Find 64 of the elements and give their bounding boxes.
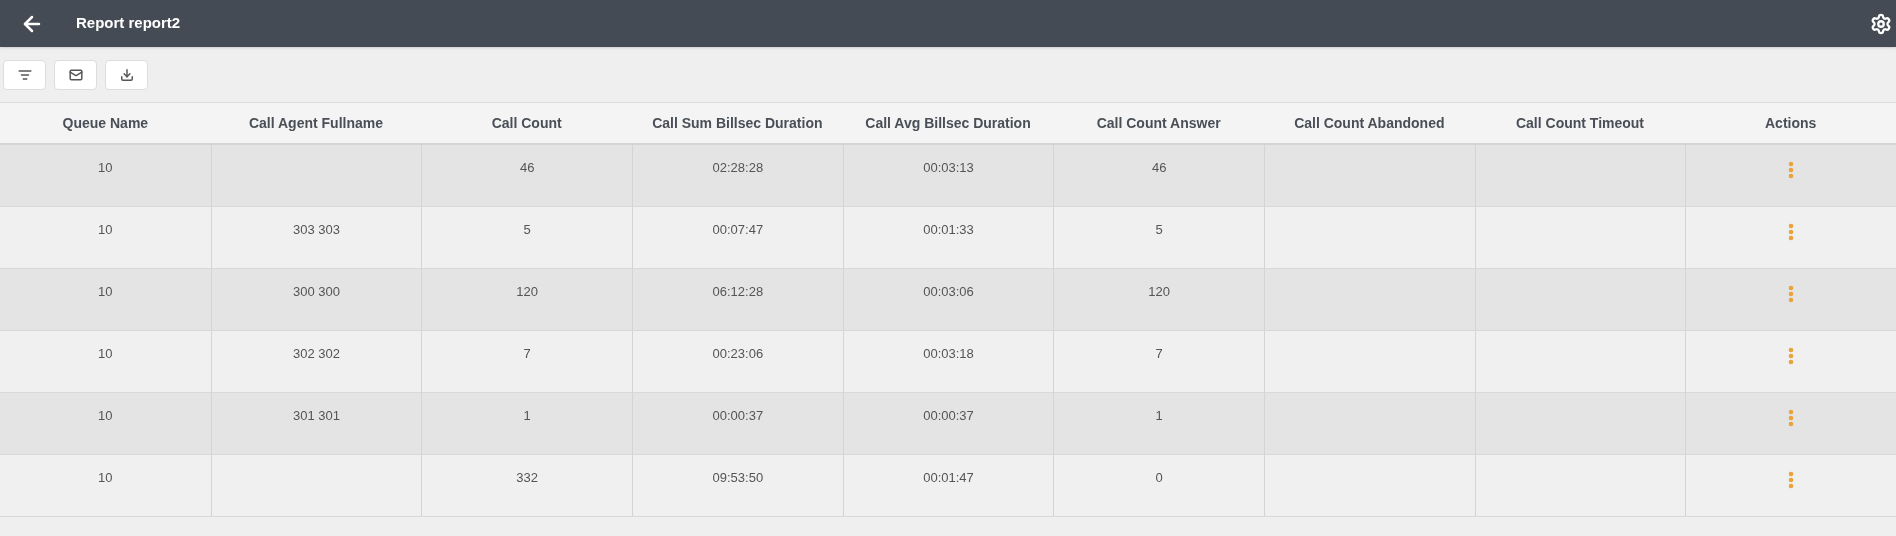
table-cell: 7 xyxy=(523,346,531,361)
table-cell: 00:01:33 xyxy=(923,222,974,237)
more-vertical-icon xyxy=(1788,223,1795,241)
table-cell: 10 xyxy=(98,346,113,361)
column-header: Call Count Answer xyxy=(1095,113,1222,133)
more-actions-button[interactable] xyxy=(1787,161,1796,179)
table-cell: 02:28:28 xyxy=(712,160,764,175)
table-cell: 1 xyxy=(1155,408,1163,423)
column-header: Call Sum Billsec Duration xyxy=(651,113,824,133)
table-cell: 00:03:18 xyxy=(923,346,974,361)
table-cell: 06:12:28 xyxy=(712,284,764,299)
download-icon xyxy=(119,67,134,82)
filter-button[interactable] xyxy=(3,59,46,90)
page-title: Report report2 xyxy=(76,13,181,34)
more-actions-button[interactable] xyxy=(1787,223,1796,241)
table-cell: 00:23:06 xyxy=(712,346,764,361)
column-header: Call Avg Billsec Duration xyxy=(864,113,1032,133)
mail-icon xyxy=(68,67,83,82)
table-cell: 00:07:47 xyxy=(712,222,764,237)
table-cell: 00:03:06 xyxy=(923,284,974,299)
table-cell: 10 xyxy=(98,160,113,175)
download-button[interactable] xyxy=(105,59,148,90)
column-header: Call Agent Fullname xyxy=(247,113,384,133)
table-cell: 120 xyxy=(1148,284,1170,299)
more-vertical-icon xyxy=(1788,347,1795,365)
column-header: Call Count Abandoned xyxy=(1293,113,1446,133)
column-header: Call Count xyxy=(490,113,563,133)
more-vertical-icon xyxy=(1788,409,1795,427)
table-cell: 46 xyxy=(519,160,535,175)
column-header: Actions xyxy=(1764,113,1818,133)
table-cell: 10 xyxy=(98,222,113,237)
more-vertical-icon xyxy=(1788,471,1795,489)
table-cell: 303 303 xyxy=(293,222,340,237)
table-cell: 00:00:37 xyxy=(923,408,974,423)
more-vertical-icon xyxy=(1788,161,1795,179)
table-cell: 120 xyxy=(516,284,538,299)
more-actions-button[interactable] xyxy=(1787,347,1796,365)
table-cell: 10 xyxy=(98,408,113,423)
column-header: Call Count Timeout xyxy=(1514,113,1646,133)
settings-button[interactable] xyxy=(1870,12,1892,35)
table-cell: 300 300 xyxy=(293,284,340,299)
table-cell: 5 xyxy=(1155,222,1163,237)
table-cell: 10 xyxy=(98,470,113,485)
more-actions-button[interactable] xyxy=(1787,471,1796,489)
table-cell: 1 xyxy=(523,408,531,423)
table-cell: 09:53:50 xyxy=(712,470,764,485)
table-cell: 00:03:13 xyxy=(923,160,974,175)
table-cell: 302 302 xyxy=(293,346,340,361)
table-cell: 0 xyxy=(1155,470,1163,485)
table-cell: 332 xyxy=(516,470,538,485)
table-cell: 00:00:37 xyxy=(712,408,764,423)
table-cell: 10 xyxy=(98,284,113,299)
more-vertical-icon xyxy=(1788,285,1795,303)
more-actions-button[interactable] xyxy=(1787,409,1796,427)
more-actions-button[interactable] xyxy=(1787,285,1796,303)
table-cell: 46 xyxy=(1151,160,1167,175)
column-header: Queue Name xyxy=(61,113,150,133)
table-cell: 301 301 xyxy=(293,408,340,423)
table-cell: 00:01:47 xyxy=(923,470,974,485)
filter-icon xyxy=(17,67,32,82)
settings-icon xyxy=(1870,12,1892,35)
table-cell: 7 xyxy=(1155,346,1163,361)
table-cell: 5 xyxy=(523,222,531,237)
email-button[interactable] xyxy=(54,59,97,90)
